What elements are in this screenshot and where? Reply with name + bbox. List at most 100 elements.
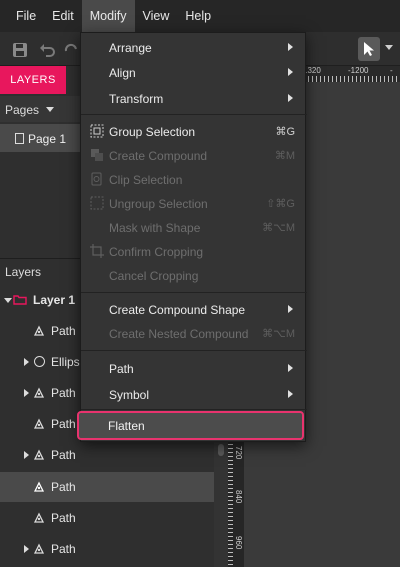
layers-label: Layers: [5, 265, 42, 279]
pen-path-icon: [33, 481, 45, 492]
menu-item-arrange[interactable]: Arrange: [81, 35, 307, 59]
menu-item-label: Confirm Cropping: [109, 245, 204, 259]
page-icon: [15, 133, 24, 144]
menu-separator: [81, 409, 307, 410]
menu-item-flatten-label: Flatten: [108, 419, 145, 433]
layer-label: Ellips: [51, 355, 80, 369]
ungroup-icon: [90, 196, 104, 210]
layer-label: Path: [51, 542, 76, 556]
top-ruler-ticks: [300, 76, 400, 82]
menu-item-label: Path: [109, 362, 134, 376]
layer-row-path-selected[interactable]: Path: [0, 472, 214, 502]
save-icon[interactable]: [11, 41, 29, 59]
menu-item-label: Arrange: [109, 41, 152, 55]
menu-item-label: Cancel Cropping: [109, 269, 199, 283]
ellipse-icon: [34, 356, 45, 367]
menu-item-label: Transform: [109, 92, 164, 106]
menu-bar: File Edit Modify View Help: [0, 0, 400, 32]
menu-item-label: Create Compound Shape: [109, 303, 246, 317]
menu-item-create-nested-compound: Create Nested Compound ⌘⌥M: [81, 321, 307, 345]
menu-item-label: Group Selection: [109, 125, 196, 139]
layer-label: Path: [51, 448, 76, 462]
layer-label: Layer 1: [33, 293, 76, 307]
menu-shortcut: ⇧⌘G: [266, 198, 295, 210]
menu-item-label: Symbol: [109, 388, 150, 402]
chevron-down-icon[interactable]: [4, 298, 12, 303]
menu-item-label: Create Nested Compound: [109, 327, 249, 341]
menu-item-cancel-cropping: Cancel Cropping: [81, 263, 307, 287]
cursor-arrow-icon: [364, 42, 374, 56]
chevron-right-icon[interactable]: [24, 545, 29, 553]
chevron-right-icon[interactable]: [24, 451, 29, 459]
tab-layers[interactable]: LAYERS: [0, 66, 66, 94]
menu-view[interactable]: View: [135, 0, 178, 32]
layer-label: Path: [51, 511, 76, 525]
submenu-arrow-icon: [288, 305, 293, 313]
layer-label: Path: [51, 417, 76, 431]
menu-item-path[interactable]: Path: [81, 356, 307, 380]
menu-item-label: Create Compound: [109, 149, 208, 163]
menu-item-mask-with-shape: Mask with Shape ⌘⌥M: [81, 215, 307, 239]
submenu-arrow-icon: [288, 94, 293, 102]
pen-path-icon: [33, 325, 45, 336]
undo-icon[interactable]: [38, 41, 56, 59]
crop-icon: [90, 244, 104, 258]
menu-shortcut: ⌘⌥M: [262, 222, 295, 234]
compound-icon: [91, 149, 103, 161]
menu-separator: [81, 114, 307, 115]
layer-label: Path: [51, 480, 76, 494]
chevron-right-icon[interactable]: [24, 389, 29, 397]
menu-item-label: Ungroup Selection: [109, 197, 208, 211]
ruler-label: -: [390, 66, 393, 75]
menu-shortcut: ⌘G: [275, 126, 295, 138]
layer-label: Path: [51, 386, 76, 400]
menu-help[interactable]: Help: [177, 0, 219, 32]
menu-item-symbol[interactable]: Symbol: [81, 382, 307, 406]
menu-separator: [81, 350, 307, 351]
layer-label: Path: [51, 324, 76, 338]
page-item-label: Page 1: [28, 132, 67, 146]
layer-row-path[interactable]: Path: [0, 440, 214, 470]
menu-item-group-selection[interactable]: Group Selection ⌘G: [81, 119, 307, 143]
submenu-arrow-icon: [288, 364, 293, 372]
scrollbar-thumb[interactable]: [218, 444, 224, 456]
ruler-label: 720: [234, 446, 243, 460]
menu-item-create-compound-shape[interactable]: Create Compound Shape: [81, 297, 307, 321]
layer-row-path[interactable]: Path: [0, 534, 214, 564]
menu-item-label: Align: [109, 66, 136, 80]
select-tool-button[interactable]: [358, 37, 380, 61]
menu-file[interactable]: File: [8, 0, 44, 32]
submenu-arrow-icon: [288, 390, 293, 398]
chevron-down-icon[interactable]: [46, 107, 54, 112]
pages-label: Pages: [5, 103, 40, 117]
ruler-label: 840: [234, 490, 243, 504]
redo-icon[interactable]: [64, 41, 78, 59]
submenu-arrow-icon: [288, 43, 293, 51]
menu-separator: [81, 292, 307, 293]
menu-item-confirm-cropping: Confirm Cropping: [81, 239, 307, 263]
layer-row-path[interactable]: Path: [0, 503, 214, 533]
menu-item-label: Mask with Shape: [109, 221, 201, 235]
menu-item-align[interactable]: Align: [81, 60, 307, 84]
pen-path-icon: [33, 543, 45, 554]
menu-item-ungroup-selection: Ungroup Selection ⇧⌘G: [81, 191, 307, 215]
vertical-scrollbar[interactable]: [214, 440, 228, 567]
menu-modify[interactable]: Modify: [81, 0, 135, 32]
menu-edit[interactable]: Edit: [44, 0, 82, 32]
select-tool-dropdown-icon[interactable]: [385, 45, 393, 50]
menu-item-clip-selection: Clip Selection: [81, 167, 307, 191]
modify-menu: Arrange Align Transform Group Selection …: [80, 32, 307, 442]
menu-shortcut: ⌘M: [274, 150, 295, 162]
ruler-label: 960: [234, 536, 243, 550]
chevron-right-icon[interactable]: [24, 358, 29, 366]
left-ruler-ticks: [228, 440, 233, 567]
submenu-arrow-icon: [288, 68, 293, 76]
menu-item-label: Clip Selection: [109, 173, 183, 187]
group-selection-icon: [90, 124, 104, 138]
clip-icon: [91, 172, 102, 186]
pen-path-icon: [33, 449, 45, 460]
pen-path-icon: [33, 418, 45, 429]
menu-item-create-compound: Create Compound ⌘M: [81, 143, 307, 167]
menu-item-transform[interactable]: Transform: [81, 86, 307, 110]
folder-icon: [13, 295, 27, 305]
